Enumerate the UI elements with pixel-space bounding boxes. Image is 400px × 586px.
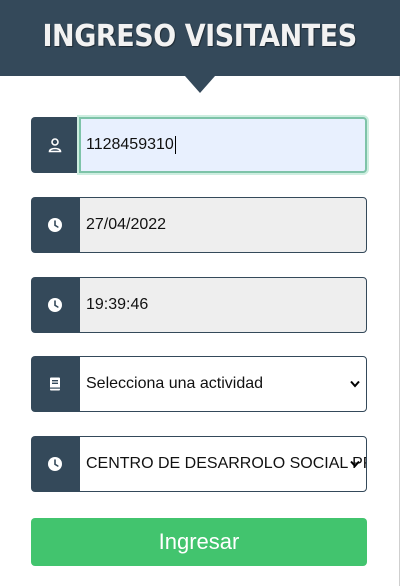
- time-row: 19:39:46: [31, 277, 367, 333]
- center-row: CENTRO DE DESARROLO SOCIAL PRADO: [31, 436, 367, 492]
- date-row: 27/04/2022: [31, 197, 367, 253]
- clock-icon: [31, 436, 79, 492]
- clock-icon: [31, 197, 79, 253]
- activity-select[interactable]: Selecciona una actividad: [79, 356, 367, 412]
- text-caret: [174, 135, 176, 154]
- chevron-down-icon: [350, 380, 360, 388]
- activity-row: Selecciona una actividad: [31, 356, 367, 412]
- page-title: INGRESO VISITANTES: [42, 18, 358, 54]
- document-input[interactable]: 1128459310: [79, 117, 367, 173]
- chevron-down-icon: [350, 460, 360, 468]
- time-field[interactable]: 19:39:46: [79, 277, 367, 333]
- header-pointer: [185, 76, 215, 93]
- page-header: INGRESO VISITANTES: [0, 0, 400, 76]
- date-field[interactable]: 27/04/2022: [79, 197, 367, 253]
- user-icon: [31, 117, 79, 173]
- document-row: 1128459310: [31, 117, 367, 173]
- submit-button[interactable]: Ingresar: [31, 518, 367, 566]
- clock-icon: [31, 277, 79, 333]
- book-icon: [31, 356, 79, 412]
- center-select[interactable]: CENTRO DE DESARROLO SOCIAL PRADO: [79, 436, 367, 492]
- activity-select-value: Selecciona una actividad: [86, 375, 264, 392]
- center-select-value: CENTRO DE DESARROLO SOCIAL PRADO: [86, 455, 366, 472]
- document-input-value: 1128459310: [86, 136, 174, 153]
